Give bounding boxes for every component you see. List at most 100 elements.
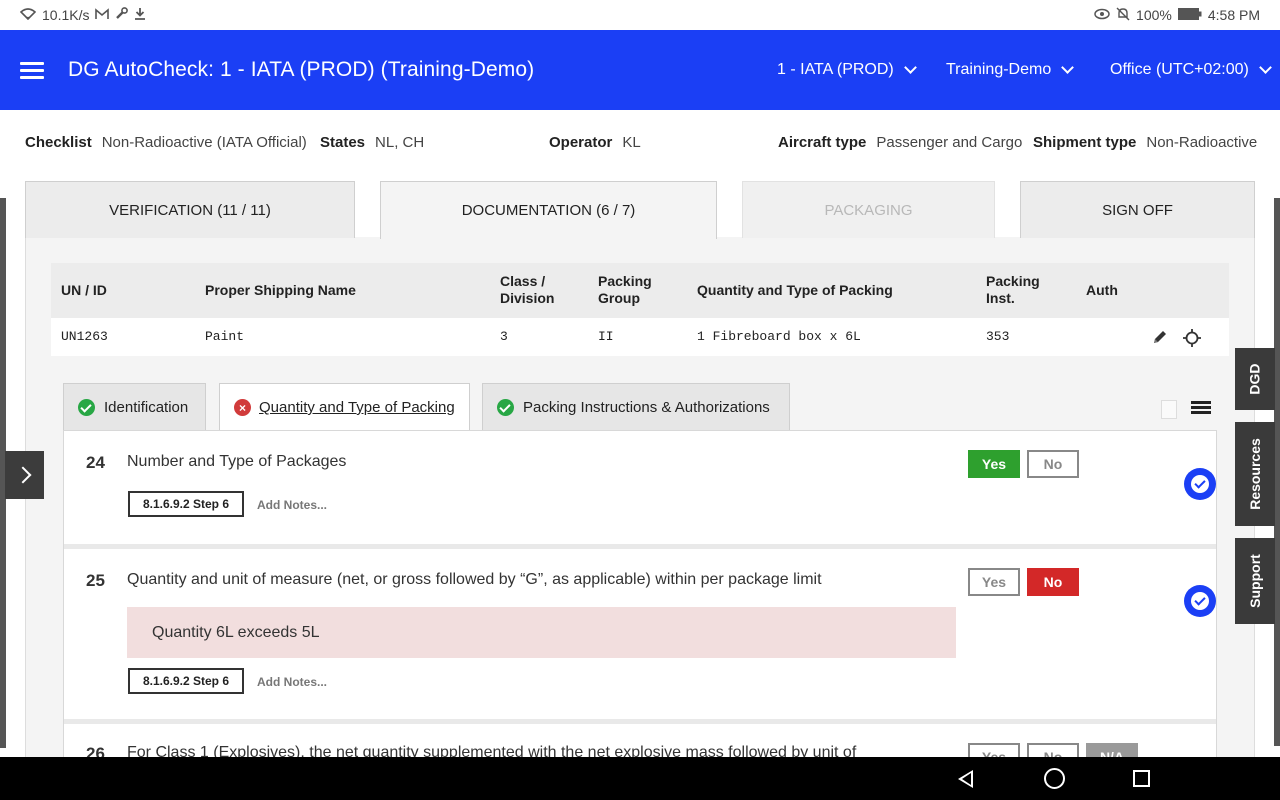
edit-pencil-icon[interactable] (1152, 329, 1168, 350)
checklist-value: Non-Radioactive (IATA Official) (101, 134, 307, 151)
tab-packaging: PACKAGING (742, 181, 995, 238)
subtab-identification-label: Identification (104, 399, 189, 416)
check-circle-icon (78, 399, 95, 416)
tab-documentation[interactable]: DOCUMENTATION (6 / 7) (380, 181, 717, 239)
eye-icon (1094, 8, 1110, 23)
cell-un-id: UN1263 (61, 329, 108, 344)
side-tab-resources[interactable]: Resources (1235, 422, 1275, 526)
gmail-icon (95, 7, 110, 23)
add-notes-link[interactable]: Add Notes... (257, 498, 327, 512)
subtab-quantity-type-label: Quantity and Type of Packing (259, 399, 455, 416)
side-tab-support[interactable]: Support (1235, 538, 1275, 624)
wifi-icon (19, 7, 37, 23)
cell-proper-shipping-name: Paint (205, 329, 245, 344)
tab-verification[interactable]: VERIFICATION (11 / 11) (25, 181, 355, 238)
shipment-type-info: Shipment type Non-Radioactive (1033, 134, 1257, 151)
profile-dropdown[interactable]: Training-Demo (946, 30, 1075, 110)
no-button[interactable]: No (1027, 568, 1079, 596)
shipment-table: UN / ID Proper Shipping Name Class / Div… (51, 263, 1229, 356)
document-icon (1161, 400, 1177, 419)
no-button[interactable]: No (1027, 450, 1079, 478)
cell-quantity-type: 1 Fibreboard box x 6L (697, 329, 861, 344)
col-class-line2: Division (500, 290, 555, 306)
subtab-identification[interactable]: Identification (63, 383, 206, 431)
col-pi-line1: Packing (986, 273, 1040, 289)
reference-button[interactable]: 8.1.6.9.2 Step 6 (128, 491, 244, 517)
states-value: NL, CH (375, 134, 425, 151)
database-dropdown-label: 1 - IATA (PROD) (777, 61, 894, 78)
shipment-table-header: UN / ID Proper Shipping Name Class / Div… (51, 263, 1229, 318)
subtab-quantity-type[interactable]: × Quantity and Type of Packing (219, 383, 470, 431)
chevron-down-icon (903, 61, 917, 74)
check-circle-icon[interactable] (1184, 468, 1216, 500)
subtab-packing-instructions[interactable]: Packing Instructions & Authorizations (482, 383, 790, 431)
chevron-down-icon (1259, 61, 1272, 74)
col-quantity-type: Quantity and Type of Packing (697, 282, 893, 298)
cell-packing-inst: 353 (986, 329, 1010, 344)
states-label: States (320, 134, 366, 151)
chevron-right-icon (14, 466, 31, 484)
expand-drawer-button[interactable] (5, 451, 44, 499)
side-tab-dgd[interactable]: DGD (1235, 348, 1275, 410)
operator-value: KL (622, 134, 641, 151)
side-tab-dgd-label: DGD (1247, 363, 1263, 395)
subtab-packing-instructions-label: Packing Instructions & Authorizations (523, 399, 770, 416)
col-un-id: UN / ID (61, 282, 107, 298)
add-notes-link[interactable]: Add Notes... (257, 675, 327, 689)
col-pg-line2: Group (598, 290, 640, 306)
aircraft-info: Aircraft type Passenger and Cargo (778, 134, 1022, 151)
operator-info: Operator KL (549, 134, 641, 151)
database-dropdown[interactable]: 1 - IATA (PROD) (777, 30, 917, 110)
mute-bell-icon (1116, 7, 1130, 24)
network-speed: 10.1K/s (42, 7, 90, 23)
clock: 4:58 PM (1207, 7, 1260, 23)
aircraft-value: Passenger and Cargo (876, 134, 1023, 151)
question-text: Quantity and unit of measure (net, or gr… (127, 571, 822, 588)
col-proper-shipping-name: Proper Shipping Name (205, 282, 356, 298)
status-bar: 10.1K/s 100% 4:58 PM (0, 0, 1280, 30)
error-x-circle-icon: × (234, 399, 251, 416)
col-class-division: Class / Division (500, 273, 554, 307)
home-icon[interactable] (1044, 768, 1065, 789)
states-info: States NL, CH (320, 134, 424, 151)
yes-button[interactable]: Yes (968, 450, 1020, 478)
location-dropdown[interactable]: Office (UTC+02:00) (1110, 30, 1272, 110)
col-auth: Auth (1086, 282, 1118, 298)
col-packing-group: Packing Group (598, 273, 652, 307)
list-view-icon[interactable] (1191, 401, 1211, 417)
question-number: 25 (86, 571, 105, 590)
menu-icon[interactable] (20, 61, 44, 79)
operator-label: Operator (549, 134, 613, 151)
chevron-down-icon (1061, 61, 1075, 74)
profile-dropdown-label: Training-Demo (946, 61, 1052, 78)
recent-apps-icon[interactable] (1133, 770, 1150, 787)
battery-percent: 100% (1136, 7, 1172, 23)
yes-button[interactable]: Yes (968, 568, 1020, 596)
check-circle-icon[interactable] (1184, 585, 1216, 617)
app-title: DG AutoCheck: 1 - IATA (PROD) (Training-… (68, 58, 535, 81)
question-text: Number and Type of Packages (127, 453, 347, 470)
question-list: 24 Number and Type of Packages 8.1.6.9.2… (63, 430, 1217, 760)
checklist-info: Checklist Non-Radioactive (IATA Official) (25, 134, 307, 151)
shipment-type-label: Shipment type (1033, 134, 1137, 151)
col-pi-line2: Inst. (986, 290, 1015, 306)
aircraft-label: Aircraft type (778, 134, 867, 151)
question-card-24: 24 Number and Type of Packages 8.1.6.9.2… (64, 431, 1216, 544)
locate-crosshair-icon[interactable] (1183, 329, 1201, 352)
download-icon (134, 7, 146, 23)
side-tab-support-label: Support (1247, 554, 1263, 608)
shipment-type-value: Non-Radioactive (1146, 134, 1258, 151)
battery-icon (1177, 7, 1202, 23)
app-bar: DG AutoCheck: 1 - IATA (PROD) (Training-… (0, 30, 1280, 110)
question-card-26: 26 For Class 1 (Explosives), the net qua… (64, 724, 1216, 759)
reference-button[interactable]: 8.1.6.9.2 Step 6 (128, 668, 244, 694)
validation-warning: Quantity 6L exceeds 5L (127, 607, 956, 658)
side-tab-resources-label: Resources (1247, 438, 1263, 510)
wrench-icon (115, 7, 129, 23)
col-class-line1: Class / (500, 273, 546, 289)
location-dropdown-label: Office (UTC+02:00) (1110, 61, 1249, 78)
question-number: 24 (86, 453, 105, 472)
col-packing-inst: Packing Inst. (986, 273, 1040, 307)
tab-sign-off[interactable]: SIGN OFF (1020, 181, 1255, 238)
col-pg-line1: Packing (598, 273, 652, 289)
